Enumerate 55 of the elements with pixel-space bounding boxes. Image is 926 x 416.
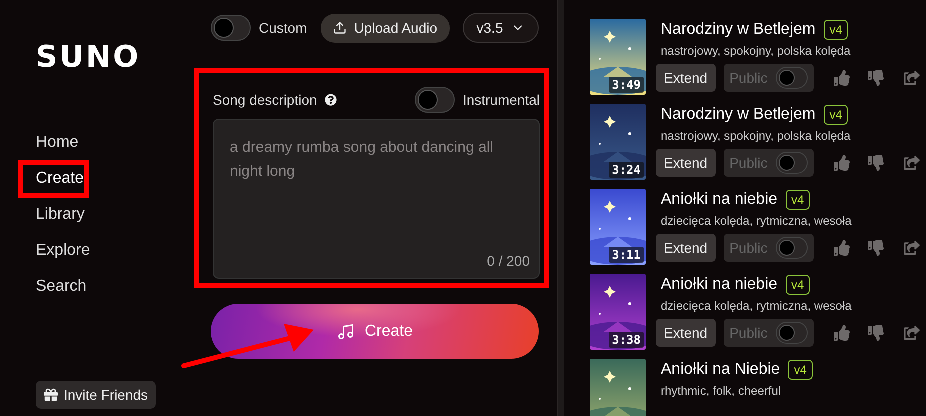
thumbs-down-icon[interactable] [868, 325, 884, 341]
song-title[interactable]: Narodziny w Betlejem [661, 106, 816, 124]
version-tag: v4 [824, 20, 848, 40]
duration-label: 3:38 [609, 332, 644, 348]
song-tags: dziecięca kolęda, rytmiczna, wesoła [661, 299, 920, 313]
thumbs-up-icon[interactable] [834, 240, 850, 256]
extend-button[interactable]: Extend [656, 234, 716, 262]
duration-label: 3:24 [609, 162, 644, 178]
extend-button[interactable]: Extend [656, 149, 716, 177]
nav-item[interactable]: Home [18, 125, 97, 161]
share-icon[interactable] [904, 70, 920, 86]
thumbs-up-icon[interactable] [834, 70, 850, 86]
version-tag: v4 [786, 275, 810, 295]
thumbs-up-icon[interactable] [834, 325, 850, 341]
toggle-switch[interactable] [414, 87, 455, 113]
share-icon[interactable] [904, 325, 920, 341]
invite-friends-button[interactable]: Invite Friends [36, 381, 156, 409]
nav-item[interactable]: Create [18, 160, 90, 198]
song-tags: nastrojowy, spokojny, polska kolęda [661, 129, 920, 143]
version-tag: v4 [788, 360, 813, 380]
version-select[interactable]: v3.5 [463, 13, 539, 43]
song-tags: nastrojowy, spokojny, polska kolęda [661, 44, 920, 58]
share-icon[interactable] [904, 155, 920, 171]
song-tags: rhythmic, folk, cheerful [661, 384, 813, 398]
create-button[interactable]: Create [211, 304, 539, 359]
toggle-switch[interactable] [211, 15, 251, 41]
version-tag: v4 [824, 105, 848, 125]
duration-label: 3:49 [609, 77, 644, 93]
thumbs-down-icon[interactable] [868, 155, 884, 171]
duration-label: 3:11 [609, 247, 644, 263]
share-icon[interactable] [904, 240, 920, 256]
song-title[interactable]: Aniołki na niebie [661, 191, 778, 209]
upload-audio-button[interactable]: Upload Audio [321, 14, 450, 42]
song-description-label: Song description [213, 92, 318, 108]
nav-item[interactable]: Library [18, 197, 103, 233]
instrumental-label: Instrumental [462, 92, 540, 108]
thumbs-down-icon[interactable] [868, 240, 884, 256]
extend-button[interactable]: Extend [656, 319, 716, 347]
character-counter: 0 / 200 [487, 253, 530, 269]
song-tags: dziecięca kolęda, rytmiczna, wesoła [661, 214, 920, 228]
thumbs-up-icon[interactable] [834, 155, 850, 171]
nav-item[interactable]: Explore [18, 233, 108, 269]
gift-icon [44, 388, 58, 402]
nav-item[interactable]: Search [18, 269, 105, 305]
song-title[interactable]: Narodziny w Betlejem [661, 21, 816, 39]
upload-icon [333, 21, 348, 35]
music-note-icon [336, 322, 355, 340]
song-title[interactable]: Aniołki na niebie [661, 276, 778, 294]
help-icon[interactable] [325, 94, 338, 106]
custom-label: Custom [259, 20, 308, 36]
logo[interactable]: SUNO [36, 40, 193, 75]
version-tag: v4 [786, 190, 810, 210]
thumbs-down-icon[interactable] [868, 70, 884, 86]
song-title[interactable]: Aniołki na Niebie [661, 361, 780, 379]
extend-button[interactable]: Extend [656, 64, 716, 92]
